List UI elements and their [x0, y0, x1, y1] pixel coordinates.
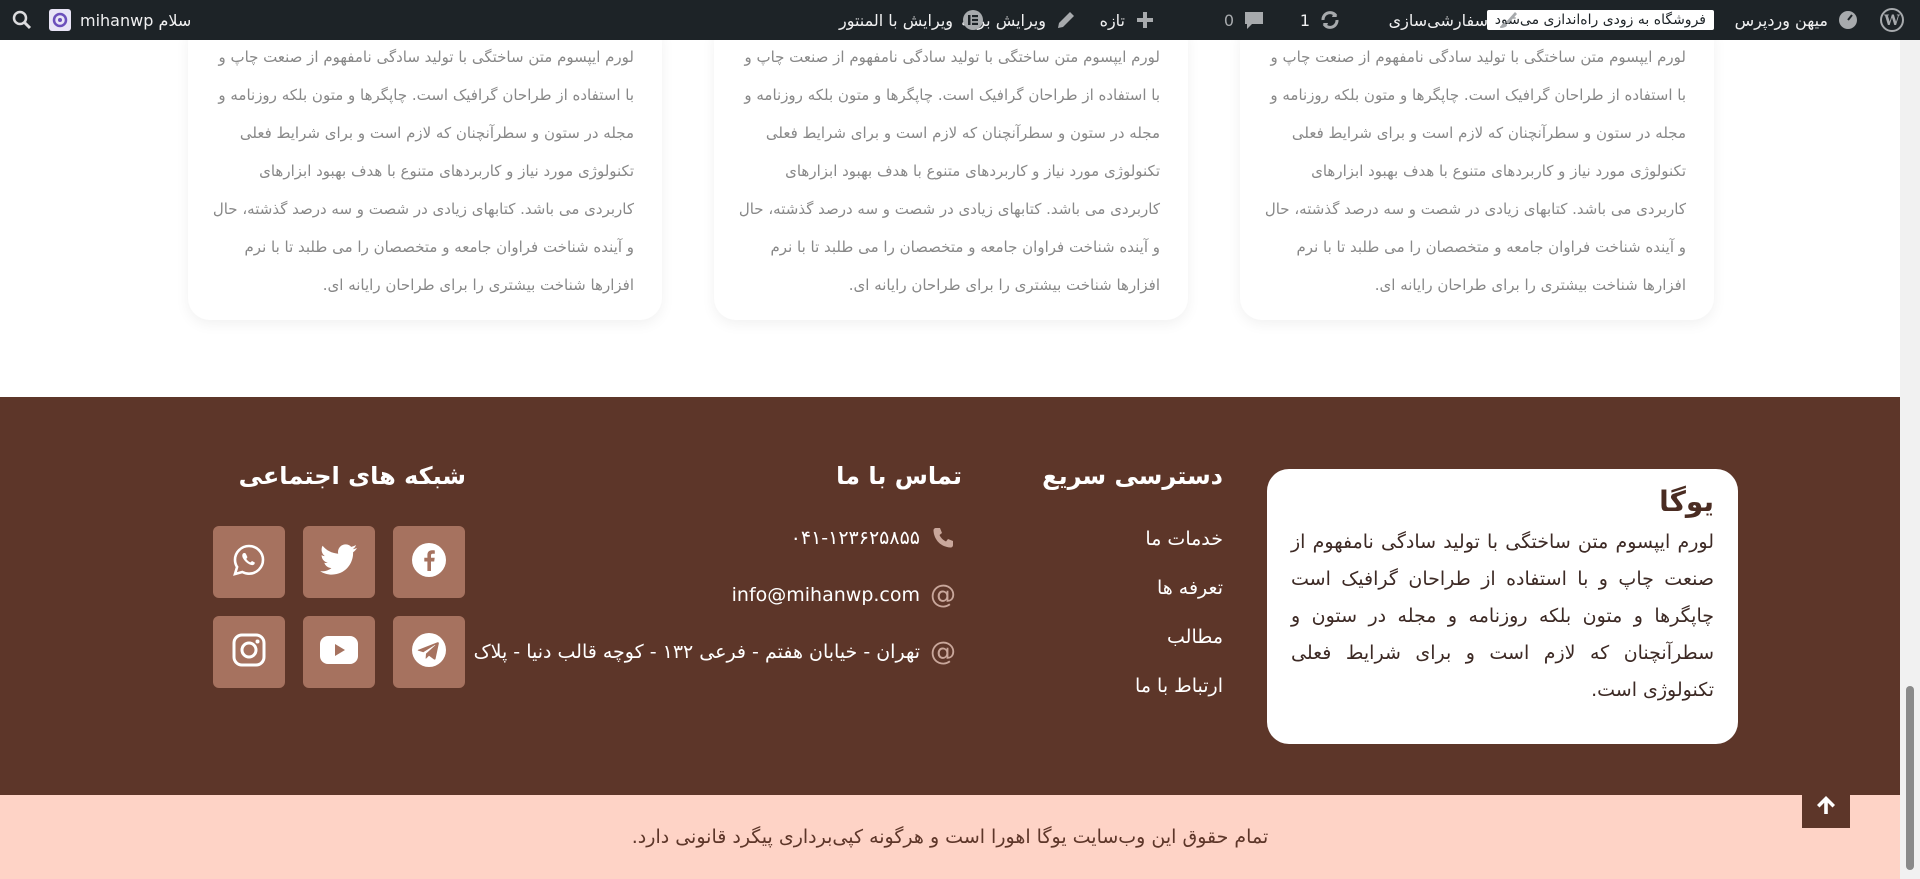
- edit-elementor-link[interactable]: ویرایش با المنتور: [839, 0, 985, 40]
- whatsapp-link[interactable]: [213, 526, 285, 598]
- arrow-up-icon: [1814, 793, 1838, 821]
- new-content-link[interactable]: تازه: [1100, 0, 1157, 40]
- phone-number: ۰۴۱-۱۲۳۶۲۵۸۵۵: [790, 527, 920, 549]
- greeting-label: سلام mihanwp: [80, 10, 192, 30]
- plus-icon: [1133, 8, 1157, 32]
- address-text: تهران - خیابان هفتم - فرعی ۱۳۲ - کوچه قا…: [457, 641, 920, 663]
- search-icon: [10, 8, 34, 32]
- card-text: لورم ایپسوم متن ساختگی با تولید سادگی نا…: [1264, 48, 1686, 294]
- quick-access-title: دسترسی سریع: [1042, 462, 1223, 490]
- page-scrollbar[interactable]: [1900, 40, 1920, 879]
- copyright-text: تمام حقوق این وب‌سایت یوگا اهورا است و ه…: [631, 826, 1269, 848]
- comments-count: 0: [1223, 10, 1234, 30]
- contact-email[interactable]: @ info@mihanwp.com: [731, 580, 956, 610]
- comment-icon: [1242, 8, 1266, 32]
- telegram-link[interactable]: [393, 616, 465, 688]
- edit-elementor-label: ویرایش با المنتور: [838, 10, 953, 30]
- back-to-top-button[interactable]: [1802, 786, 1850, 828]
- quick-link-posts[interactable]: مطالب: [1167, 626, 1223, 648]
- contact-title: تماس با ما: [836, 462, 962, 490]
- about-title: یوگا: [1659, 485, 1714, 518]
- social-title: شبکه های اجتماعی: [238, 462, 466, 490]
- instagram-icon: [232, 633, 266, 671]
- admin-search[interactable]: [10, 0, 34, 40]
- whatsapp-icon: [232, 543, 266, 581]
- feature-card: لورم ایپسوم متن ساختگی با تولید سادگی نا…: [188, 20, 662, 320]
- site-name-menu[interactable]: میهن وردپرس: [1735, 0, 1860, 40]
- customize-link[interactable]: سفارشی‌سازی: [1389, 0, 1520, 40]
- quick-link-pricing[interactable]: تعرفه ها: [1157, 577, 1223, 599]
- card-text: لورم ایپسوم متن ساختگی با تولید سادگی نا…: [212, 48, 634, 294]
- quick-link-contact[interactable]: ارتباط با ما: [1135, 675, 1223, 697]
- store-notice[interactable]: فروشگاه به زودی راه‌اندازی می‌شود: [1486, 0, 1714, 40]
- comments-link[interactable]: 0: [1224, 0, 1266, 40]
- scrollbar-thumb[interactable]: [1906, 686, 1914, 870]
- contact-address: @ تهران - خیابان هفتم - فرعی ۱۳۲ - کوچه …: [457, 637, 956, 667]
- at-icon: @: [930, 637, 956, 667]
- youtube-link[interactable]: [303, 616, 375, 688]
- updates-count: 1: [1299, 10, 1310, 30]
- svg-text:W: W: [1883, 13, 1900, 29]
- twitter-link[interactable]: [303, 526, 375, 598]
- updates-link[interactable]: 1: [1300, 0, 1342, 40]
- about-box: یوگا لورم ایپسوم متن ساختگی با تولید ساد…: [1267, 469, 1738, 744]
- at-icon: @: [930, 580, 956, 610]
- store-notice-label: فروشگاه به زودی راه‌اندازی می‌شود: [1486, 10, 1714, 30]
- youtube-icon: [320, 636, 358, 668]
- email-address: info@mihanwp.com: [731, 584, 920, 606]
- wordpress-logo-menu[interactable]: W: [1880, 0, 1904, 40]
- brush-icon: [1496, 8, 1520, 32]
- card-text: لورم ایپسوم متن ساختگی با تولید سادگی نا…: [738, 48, 1160, 294]
- quick-link-services[interactable]: خدمات ما: [1145, 528, 1223, 550]
- feature-card: لورم ایپسوم متن ساختگی با تولید سادگی نا…: [1240, 20, 1714, 320]
- updates-icon: [1318, 8, 1342, 32]
- site-footer: یوگا لورم ایپسوم متن ساختگی با تولید ساد…: [0, 397, 1900, 795]
- feature-card: لورم ایپسوم متن ساختگی با تولید سادگی نا…: [714, 20, 1188, 320]
- my-account-menu[interactable]: سلام mihanwp: [48, 0, 191, 40]
- site-name: میهن وردپرس: [1734, 10, 1828, 30]
- admin-bar: W میهن وردپرس فروشگاه به زودی راه‌اندازی…: [0, 0, 1920, 40]
- copyright-bar: تمام حقوق این وب‌سایت یوگا اهورا است و ه…: [0, 795, 1900, 879]
- about-text: لورم ایپسوم متن ساختگی با تولید سادگی نا…: [1291, 531, 1714, 701]
- elementor-icon: [961, 8, 985, 32]
- telegram-icon: [411, 632, 447, 672]
- customize-label: سفارشی‌سازی: [1388, 10, 1488, 30]
- facebook-link[interactable]: [393, 526, 465, 598]
- instagram-link[interactable]: [213, 616, 285, 688]
- pencil-icon: [1054, 8, 1078, 32]
- facebook-icon: [411, 542, 447, 582]
- new-label: تازه: [1099, 10, 1125, 30]
- wordpress-icon: W: [1880, 8, 1904, 32]
- twitter-icon: [320, 544, 358, 580]
- dashboard-icon: [1836, 8, 1860, 32]
- contact-phone[interactable]: ۰۴۱-۱۲۳۶۲۵۸۵۵: [791, 525, 956, 551]
- phone-icon: [930, 525, 956, 551]
- avatar: [48, 8, 72, 32]
